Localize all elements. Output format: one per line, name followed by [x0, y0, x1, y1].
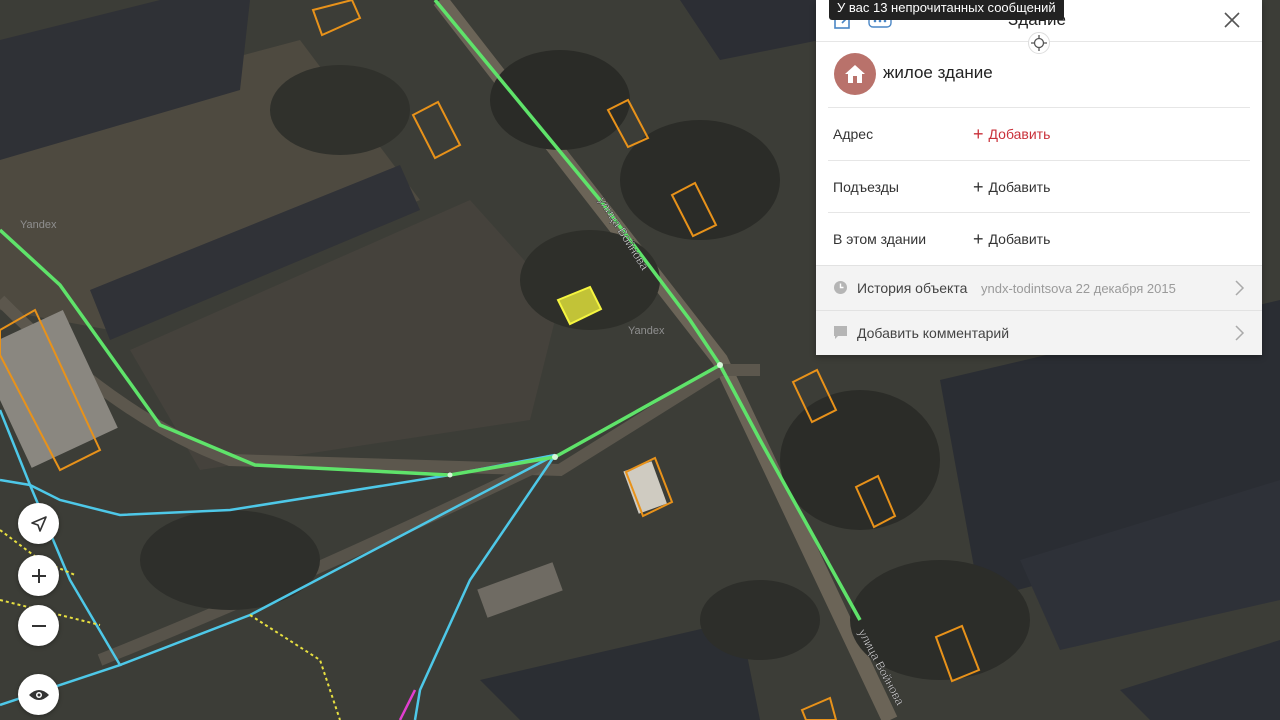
center-on-object-button[interactable]: [1028, 32, 1050, 54]
close-button[interactable]: [1220, 8, 1244, 32]
chevron-right-icon: [1235, 325, 1245, 341]
map-watermark: Yandex: [20, 219, 57, 231]
object-history-row[interactable]: История объекта yndx-todintsova 22 декаб…: [816, 265, 1262, 310]
in-building-row: В этом здании + Добавить: [828, 212, 1250, 265]
trees: [140, 510, 320, 610]
layers-visibility-button[interactable]: [18, 674, 59, 715]
close-icon: [1224, 12, 1240, 28]
building-type-label[interactable]: жилое здание: [883, 63, 993, 83]
location-arrow-icon: [30, 515, 47, 532]
chevron-right-icon: [1235, 280, 1245, 296]
plus-icon: +: [973, 124, 984, 144]
unread-messages-tooltip[interactable]: У вас 13 непрочитанных сообщений: [829, 0, 1064, 20]
address-label: Адрес: [833, 126, 874, 142]
add-address-button[interactable]: + Добавить: [973, 124, 1051, 144]
house-icon: [845, 65, 865, 83]
object-history-label: История объекта: [857, 280, 968, 296]
add-in-building-text: Добавить: [988, 231, 1051, 247]
crosshair-icon: [1031, 35, 1047, 51]
add-comment-row[interactable]: Добавить комментарий: [816, 310, 1262, 355]
plus-icon: [31, 568, 46, 583]
add-in-building-button[interactable]: + Добавить: [973, 229, 1051, 249]
object-history-meta: yndx-todintsova 22 декабря 2015: [981, 281, 1176, 296]
trees: [700, 580, 820, 660]
zoom-in-button[interactable]: [18, 555, 59, 596]
minus-icon: [31, 624, 46, 627]
building-type-badge: [834, 53, 876, 95]
plus-icon: +: [973, 229, 984, 249]
map-watermark: Yandex: [628, 325, 665, 337]
road-node: [447, 472, 453, 478]
trees: [490, 50, 630, 150]
eye-icon: [28, 689, 49, 700]
comment-icon: [834, 326, 847, 339]
address-row: Адрес + Добавить: [828, 107, 1250, 160]
entrances-row: Подъезды + Добавить: [828, 160, 1250, 213]
road-node: [552, 454, 558, 460]
add-comment-label: Добавить комментарий: [857, 325, 1010, 341]
trees: [270, 65, 410, 155]
road-node: [717, 362, 723, 368]
add-entrance-text: Добавить: [988, 179, 1051, 195]
trees: [780, 390, 940, 530]
add-entrance-button[interactable]: + Добавить: [973, 177, 1051, 197]
locate-button[interactable]: [18, 503, 59, 544]
zoom-out-button[interactable]: [18, 605, 59, 646]
clock-icon: [834, 281, 847, 294]
add-address-text: Добавить: [988, 126, 1051, 142]
plus-icon: +: [973, 177, 984, 197]
entrances-label: Подъезды: [833, 179, 899, 195]
building-info-panel: Здание жилое здание Адрес +Добавить Подъ…: [816, 0, 1262, 355]
trees: [620, 120, 780, 240]
in-building-label: В этом здании: [833, 231, 927, 247]
